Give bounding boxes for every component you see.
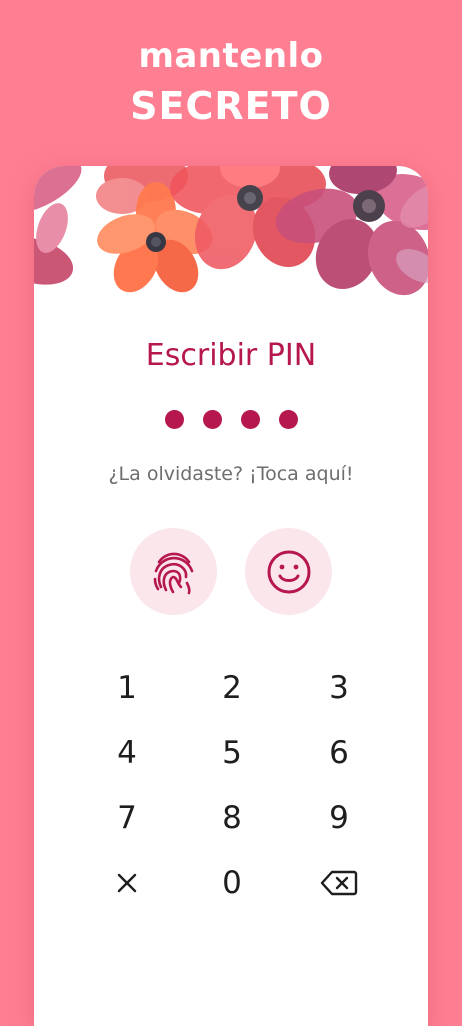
key-1[interactable]: 1 <box>82 659 172 717</box>
headline-line-2: SECRETO <box>130 84 332 128</box>
face-unlock-button[interactable] <box>245 528 332 615</box>
key-0[interactable]: 0 <box>187 854 277 912</box>
close-icon <box>117 873 137 893</box>
pin-dot <box>164 410 184 429</box>
fingerprint-icon <box>153 552 193 594</box>
key-3[interactable]: 3 <box>294 659 384 717</box>
key-8[interactable]: 8 <box>187 789 277 847</box>
key-9[interactable]: 9 <box>294 789 384 847</box>
backspace-icon <box>320 870 358 896</box>
key-2[interactable]: 2 <box>187 659 277 717</box>
key-4[interactable]: 4 <box>82 724 172 782</box>
phone-screen: Escribir PIN ¿La olvidaste? ¡Toca aquí! … <box>34 166 428 1026</box>
key-5[interactable]: 5 <box>187 724 277 782</box>
backspace-button[interactable] <box>294 854 384 912</box>
headline-line-1: mantenlo <box>138 36 324 76</box>
key-7[interactable]: 7 <box>82 789 172 847</box>
pin-dot <box>202 410 222 429</box>
clear-button[interactable] <box>82 854 172 912</box>
fingerprint-button[interactable] <box>130 528 217 615</box>
pin-title: Escribir PIN <box>145 338 317 373</box>
pin-dots-indicator <box>34 410 428 432</box>
pin-dot <box>278 410 298 429</box>
promo-headline: mantenlo SECRETO <box>0 34 462 134</box>
flower-header-illustration <box>34 166 428 296</box>
forgot-pin-link[interactable]: ¿La olvidaste? ¡Toca aquí! <box>34 460 428 488</box>
smiley-face-icon <box>267 550 310 593</box>
key-6[interactable]: 6 <box>294 724 384 782</box>
pin-dot <box>240 410 260 429</box>
